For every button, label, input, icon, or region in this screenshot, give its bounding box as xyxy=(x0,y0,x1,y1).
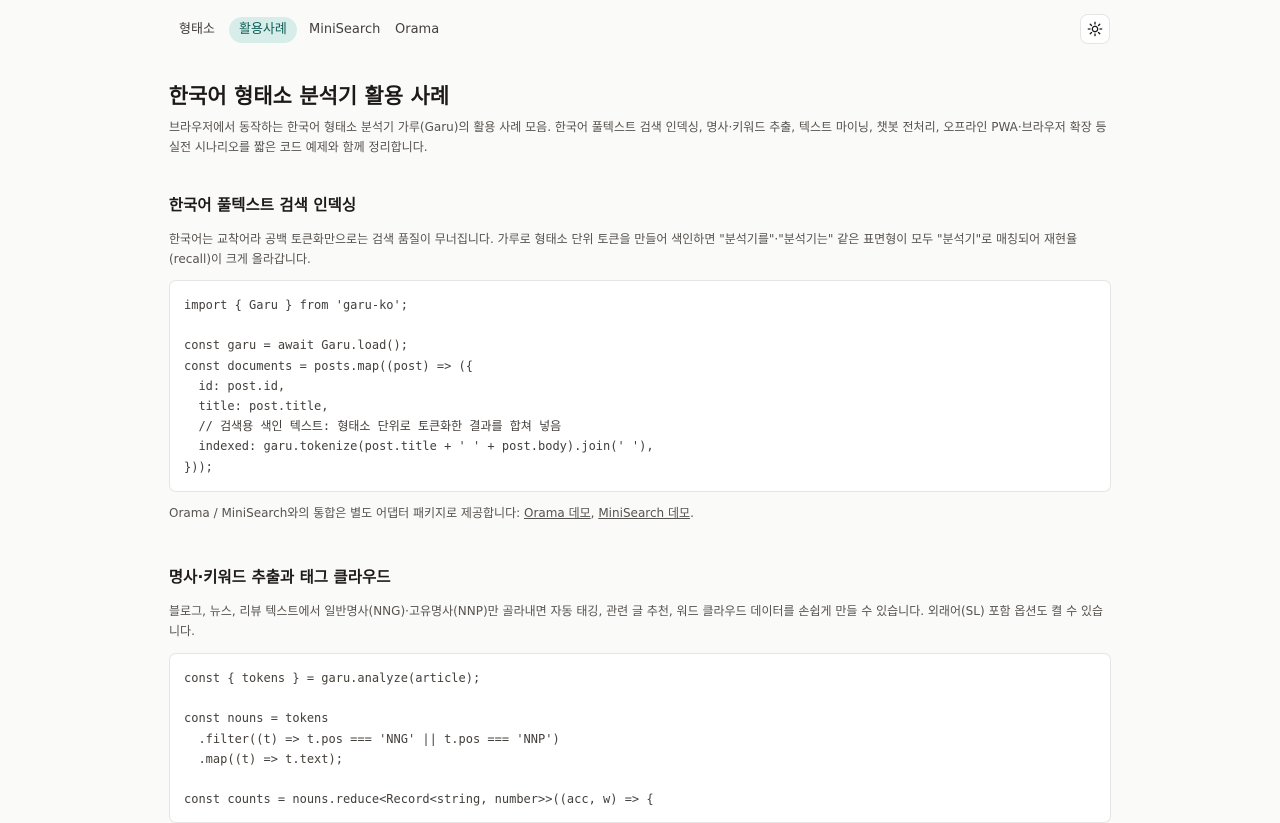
page-title: 한국어 형태소 분석기 활용 사례 xyxy=(169,84,450,108)
integration-note-text: Orama / MiniSearch와의 통합은 별도 어댑터 패키지로 제공합… xyxy=(169,506,524,520)
section-description-fulltext-search: 한국어는 교착어라 공백 토큰화만으로는 검색 품질이 무너집니다. 가루로 형… xyxy=(169,232,1078,266)
code-line: .map((t) => t.text); xyxy=(184,751,343,766)
theme-toggle-button[interactable] xyxy=(1080,14,1110,44)
integration-note: Orama / MiniSearch와의 통합은 별도 어댑터 패키지로 제공합… xyxy=(169,503,694,523)
code-line: const garu = await Garu.load(); xyxy=(184,338,408,353)
tab-minisearch[interactable]: MiniSearch xyxy=(299,17,390,43)
section-description-noun-extraction: 블로그, 뉴스, 리뷰 텍스트에서 일반명사(NNG)·고유명사(NNP)만 골… xyxy=(169,604,1104,638)
code-line: .filter((t) => t.pos === 'NNG' || t.pos … xyxy=(184,731,560,746)
tab-use-cases[interactable]: 활용사례 xyxy=(229,17,297,43)
section-title-noun-extraction: 명사·키워드 추출과 태그 클라우드 xyxy=(169,568,391,586)
minisearch-demo-link[interactable]: MiniSearch 데모 xyxy=(598,506,690,520)
code-line: // 검색용 색인 텍스트: 형태소 단위로 토큰화한 결과를 합쳐 넣음 xyxy=(184,419,562,434)
sun-icon xyxy=(1087,21,1103,37)
tab-morpheme[interactable]: 형태소 xyxy=(169,17,225,43)
code-line: const documents = posts.map((post) => ({ xyxy=(184,358,473,373)
section-title-fulltext-search: 한국어 풀텍스트 검색 인덱싱 xyxy=(169,196,357,214)
code-line: indexed: garu.tokenize(post.title + ' ' … xyxy=(184,439,654,454)
code-line: id: post.id, xyxy=(184,378,286,393)
code-line: title: post.title, xyxy=(184,398,329,413)
note-suffix: . xyxy=(690,506,694,520)
code-line: import { Garu } from 'garu-ko'; xyxy=(184,298,408,312)
code-block-fulltext-search: import { Garu } from 'garu-ko'; const ga… xyxy=(169,280,1111,492)
top-nav: 형태소 활용사례 MiniSearch Orama xyxy=(0,0,1280,60)
orama-demo-link[interactable]: Orama 데모 xyxy=(524,506,591,520)
code-block-noun-extraction: const { tokens } = garu.analyze(article)… xyxy=(169,653,1111,823)
code-line: const counts = nouns.reduce<Record<strin… xyxy=(184,792,654,807)
code-line: })); xyxy=(184,459,213,474)
code-line: const nouns = tokens xyxy=(184,711,329,726)
tab-orama[interactable]: Orama xyxy=(385,17,449,43)
page-description: 브라우저에서 동작하는 한국어 형태소 분석기 가루(Garu)의 활용 사례 … xyxy=(169,120,1107,154)
code-line: const { tokens } = garu.analyze(article)… xyxy=(184,671,481,685)
